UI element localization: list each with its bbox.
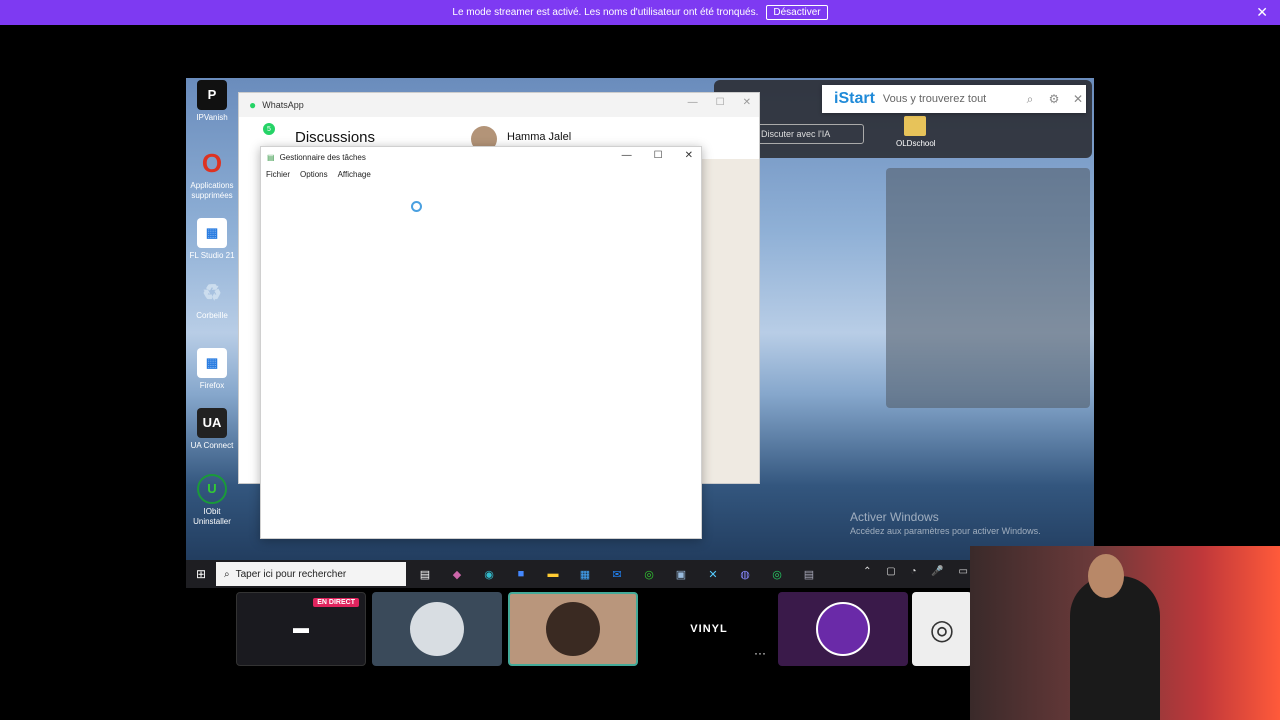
desktop-icon-uaconnect[interactable]: UA UA Connect (188, 408, 236, 451)
folder-icon (904, 116, 926, 136)
desktop-icon-firefox[interactable]: ▦ Firefox (188, 348, 236, 391)
avatar (546, 602, 600, 656)
shared-screen: P IPVanish O Applications supprimées ▦ F… (186, 78, 1094, 588)
close-icon[interactable]: ✕ (1256, 4, 1268, 21)
menu-bar: Fichier Options Affichage (261, 167, 701, 181)
loading-spinner (411, 201, 422, 212)
ua-icon: UA (197, 408, 227, 438)
streamer-head (1088, 554, 1124, 598)
live-badge: EN DIRECT (313, 598, 359, 607)
copilot-icon[interactable]: ◆ (444, 561, 470, 587)
outlook-icon[interactable]: ✉ (604, 561, 630, 587)
istart-input[interactable]: Vous y trouverez tout (883, 93, 1014, 105)
opera-icon: O (201, 148, 223, 178)
app-icon: ▦ (197, 348, 227, 378)
discord-icon[interactable]: ◍ (732, 561, 758, 587)
desktop-icon-recycle[interactable]: ♻ Corbeille (188, 278, 236, 321)
close-icon[interactable]: ✕ (743, 97, 751, 108)
desktop-icon-apps[interactable]: O Applications supprimées (188, 148, 236, 201)
trip-icon[interactable]: ■ (508, 561, 534, 587)
iobit-icon[interactable]: ◎ (636, 561, 662, 587)
system-tray[interactable]: ⌃ ▢ ◔ 🎤 ▭ (863, 566, 974, 577)
search-icon: ⌕ (224, 568, 230, 580)
disable-button[interactable]: Désactiver (766, 5, 828, 20)
whatsapp-icon: ● (249, 98, 257, 112)
streamer-body (1070, 576, 1160, 720)
recycle-bin-icon: ♻ (202, 280, 222, 305)
tile-participant[interactable]: ◎ (912, 592, 972, 666)
minimize-icon[interactable]: — (688, 97, 698, 108)
app-icon[interactable]: ▣ (668, 561, 694, 587)
window-controls: — ☐ ✕ (688, 97, 751, 108)
discussions-title: Discussions (295, 129, 376, 146)
taskbar-search[interactable]: ⌕ Taper ici pour rechercher (216, 562, 406, 586)
vinyl-label: VINYL (690, 623, 728, 635)
minimize-icon[interactable]: — (622, 150, 632, 161)
search-icon[interactable]: ⌕ (1022, 92, 1038, 107)
banner-message: Le mode streamer est activé. Les noms d'… (452, 7, 759, 18)
app-icon[interactable]: ✕ (700, 561, 726, 587)
maximize-icon[interactable]: ☐ (654, 150, 663, 161)
whatsapp-icon[interactable]: ◎ (764, 561, 790, 587)
ai-chat-button[interactable]: Discuter avec l'IA (756, 124, 864, 144)
desktop-icon-iobit[interactable]: U IObit Uninstaller (188, 474, 236, 527)
close-icon[interactable]: ✕ (1070, 92, 1086, 106)
streamer-banner: Le mode streamer est activé. Les noms d'… (0, 0, 1280, 25)
windows-start-icon[interactable]: ⊞ (186, 567, 216, 581)
task-manager-window: ▤ Gestionnaire des tâches — ☐ ✕ Fichier … (260, 146, 702, 539)
close-icon[interactable]: ✕ (685, 150, 693, 161)
tile-participant[interactable] (778, 592, 908, 666)
whatsapp-titlebar: ● WhatsApp (239, 93, 759, 117)
window-controls: — ☐ ✕ (622, 150, 693, 161)
right-panel (886, 168, 1090, 408)
taskmanager-icon[interactable]: ▤ (796, 561, 822, 587)
contact-name[interactable]: Hamma Jalel (507, 131, 571, 143)
tile-participant[interactable] (372, 592, 502, 666)
tile-vinyl[interactable]: VINYL ··· (644, 592, 774, 666)
more-icon[interactable]: ··· (754, 646, 766, 660)
webcam-overlay (970, 546, 1280, 720)
activation-watermark: Activer Windows Accédez aux paramètres p… (850, 510, 1041, 536)
folder-icon[interactable]: ▬ (540, 561, 566, 587)
maximize-icon[interactable]: ☐ (716, 97, 725, 108)
desktop-folder-oldschool[interactable]: OLDschool (896, 116, 936, 148)
store-icon[interactable]: ▦ (572, 561, 598, 587)
istart-searchbar[interactable]: iStart Vous y trouverez tout ⌕ ⚙ ✕ (822, 85, 1086, 113)
menu-options[interactable]: Options (300, 170, 328, 179)
desktop-icon-flstudio[interactable]: ▦ FL Studio 21 (188, 218, 236, 261)
menu-affichage[interactable]: Affichage (338, 170, 371, 179)
edge-icon[interactable]: ◉ (476, 561, 502, 587)
desktop-icon-ipvanish[interactable]: P IPVanish (188, 80, 236, 123)
unread-badge: 5 (263, 123, 275, 135)
ipvanish-icon: P (197, 80, 227, 110)
taskbar: ⊞ ⌕ Taper ici pour rechercher ▤ ◆ ◉ ■ ▬ … (186, 560, 1094, 588)
tile-screen-share[interactable]: EN DIRECT ▬ (236, 592, 366, 666)
desktop-icons: P IPVanish O Applications supprimées ▦ F… (186, 78, 238, 558)
gear-icon[interactable]: ⚙ (1046, 92, 1062, 106)
logo-icon: ◎ (929, 613, 955, 645)
task-view-icon[interactable]: ▤ (412, 561, 438, 587)
monitor-icon: ▬ (293, 620, 309, 637)
istart-logo: iStart (834, 90, 875, 107)
avatar (410, 602, 464, 656)
menu-fichier[interactable]: Fichier (266, 170, 290, 179)
tile-participant-active[interactable] (508, 592, 638, 666)
app-icon: ▦ (197, 218, 227, 248)
iobit-icon: U (197, 474, 227, 504)
taskmanager-icon: ▤ (267, 152, 275, 162)
avatar (816, 602, 870, 656)
